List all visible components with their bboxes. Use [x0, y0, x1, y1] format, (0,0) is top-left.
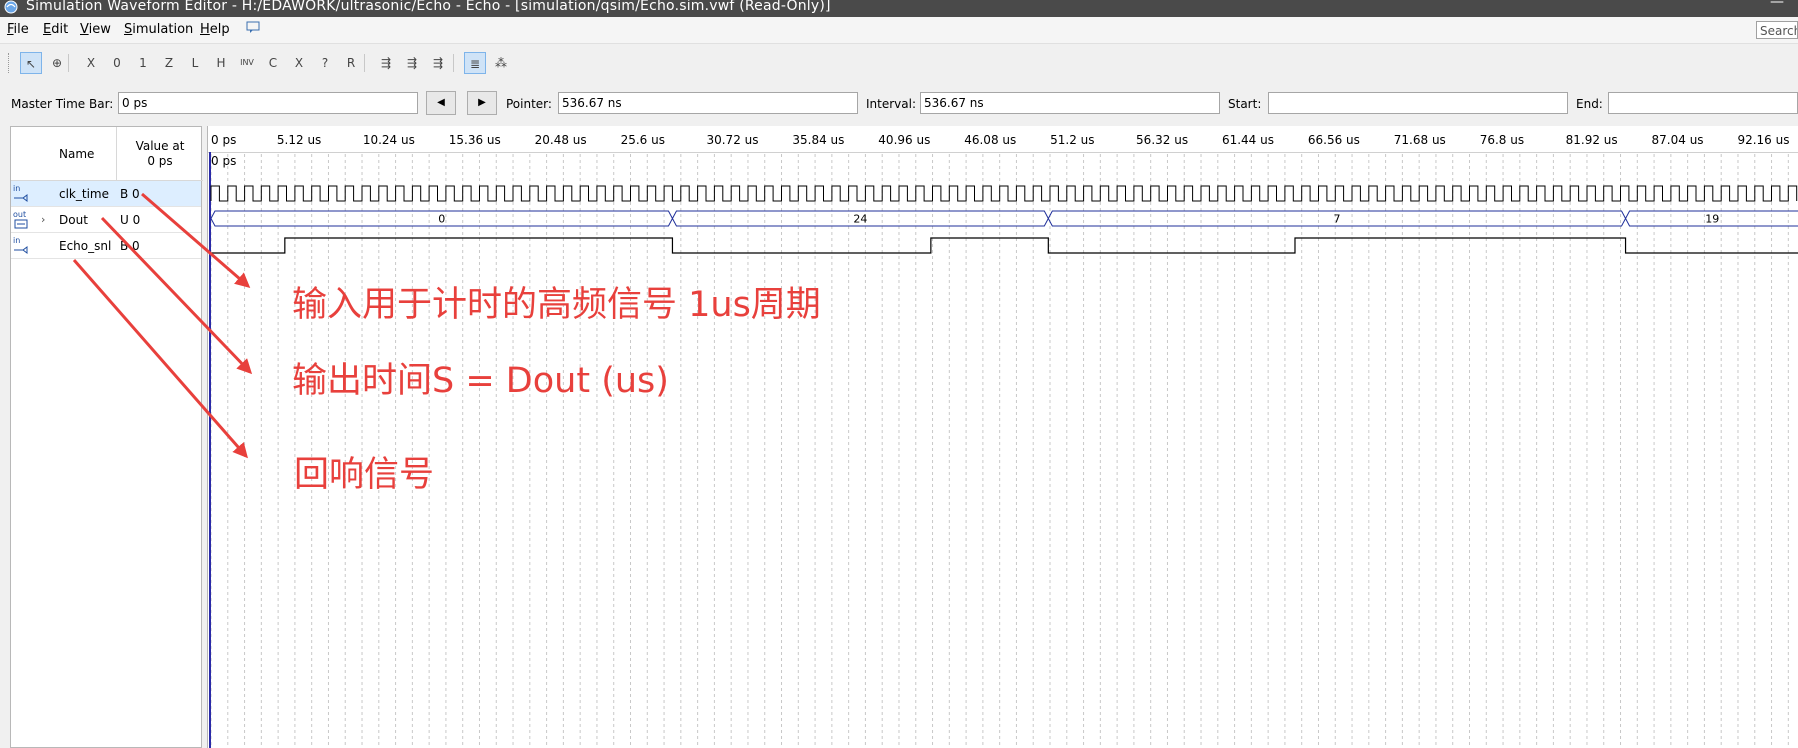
signal-name: Echo_snl [59, 239, 112, 253]
clk-time-waveform [210, 185, 1798, 202]
expand-chevron-icon[interactable]: › [41, 213, 45, 226]
weak-low-icon[interactable]: L [184, 52, 206, 74]
pointer-field[interactable]: 536.67 ns [558, 92, 858, 114]
functional-sim-icon[interactable]: ⇶ [375, 52, 397, 74]
random-value-icon[interactable]: ? [314, 52, 336, 74]
pointer-label: Pointer: [506, 97, 552, 111]
search-input[interactable]: Search [1756, 21, 1798, 39]
waveform-canvas[interactable]: 0 24 7 19 [208, 126, 1798, 748]
menu-bar: File Edit View Simulation Help Search [0, 17, 1798, 43]
toolbar-separator [453, 54, 454, 72]
value-header-line2: 0 ps [147, 154, 173, 168]
value-column-header[interactable]: Value at 0 ps [117, 127, 203, 181]
toolbar-separator [68, 54, 69, 72]
clk-annotation-text: 输入用于计时的高频信号 1us周期 [292, 285, 821, 325]
pointer-icon[interactable]: ↖ [20, 52, 42, 74]
toolbar: ↖ ⊕ X 0 1 Z L H INV C X? R ⇶ ⇶ ⇶ ≣ ⁂ [0, 43, 1798, 82]
echo-snl-waveform [211, 237, 1798, 254]
menu-file[interactable]: File [7, 22, 29, 37]
dout-segment-value: 19 [1705, 213, 1719, 226]
window-title: Simulation Waveform Editor - H:/EDAWORK/… [26, 0, 831, 14]
signal-list-panel: Name Value at 0 ps in clk_time B 0 out ›… [10, 126, 203, 748]
previous-transition-button[interactable]: ◀ [426, 91, 456, 115]
zoom-icon[interactable]: ⊕ [46, 52, 68, 74]
feedback-icon[interactable] [246, 20, 260, 38]
value-header-line1: Value at [135, 139, 185, 153]
title-bar: Simulation Waveform Editor - H:/EDAWORK/… [0, 0, 1798, 17]
dout-segment-value: 7 [1333, 213, 1340, 226]
time-bar: Master Time Bar: 0 ps ◀ ▶ Pointer: 536.6… [0, 86, 1798, 122]
menu-edit[interactable]: Edit [43, 22, 68, 37]
high-impedance-icon[interactable]: Z [158, 52, 180, 74]
weak-high-icon[interactable]: H [210, 52, 232, 74]
dont-care-icon[interactable]: X [288, 52, 310, 74]
waveform-view-icon[interactable]: ≣ [464, 52, 486, 74]
signal-row-echo-snl[interactable]: in Echo_snl B 0 [11, 233, 201, 259]
end-field[interactable] [1608, 92, 1798, 114]
master-time-bar-field[interactable]: 0 ps [118, 92, 418, 114]
name-column-header[interactable]: Name [11, 127, 117, 181]
dout-segment-value: 0 [438, 213, 445, 226]
menu-simulation[interactable]: Simulation [124, 22, 193, 37]
toolbar-grip[interactable] [8, 53, 13, 73]
start-label: Start: [1228, 97, 1262, 111]
netlist-sim-icon[interactable]: ⇶ [427, 52, 449, 74]
force-unknown-icon[interactable]: X [80, 52, 102, 74]
grid-view-icon[interactable]: ⁂ [490, 52, 512, 74]
force-low-icon[interactable]: 0 [106, 52, 128, 74]
toolbar-separator [364, 54, 365, 72]
signal-value: U 0 [120, 213, 141, 227]
dout-segment-value: 24 [853, 213, 867, 226]
echo-annotation-text: 回响信号 [294, 455, 435, 495]
signal-name: Dout [59, 213, 88, 227]
count-value-icon[interactable]: C [262, 52, 284, 74]
signal-row-clk-time[interactable]: in clk_time B 0 [11, 181, 201, 207]
start-field[interactable] [1268, 92, 1568, 114]
master-time-bar-label: Master Time Bar: [11, 97, 114, 111]
input-pin-icon: in [13, 185, 33, 203]
signal-value: B 0 [120, 187, 140, 201]
timing-sim-icon[interactable]: ⇶ [401, 52, 423, 74]
interval-label: Interval: [866, 97, 916, 111]
name-header-label: Name [59, 147, 95, 161]
interval-field[interactable]: 536.67 ns [920, 92, 1220, 114]
arbitrary-value-icon[interactable]: R [340, 52, 362, 74]
menu-view[interactable]: View [80, 22, 111, 37]
minimize-button[interactable]: — [1770, 0, 1784, 10]
output-pin-icon: out [13, 211, 33, 229]
signal-value: B 0 [120, 239, 140, 253]
menu-help[interactable]: Help [200, 22, 230, 37]
next-transition-button[interactable]: ▶ [467, 91, 497, 115]
signal-row-dout[interactable]: out › Dout U 0 [11, 207, 201, 233]
end-label: End: [1576, 97, 1603, 111]
signal-name: clk_time [59, 187, 109, 201]
dout-annotation-text: 输出时间S = Dout (us) [292, 361, 669, 401]
invert-icon[interactable]: INV [236, 52, 258, 74]
input-pin-icon: in [13, 237, 33, 255]
app-icon [4, 0, 18, 14]
waveform-panel[interactable]: 0 ps 5.12 us 10.24 us 15.36 us 20.48 us 25.6 … [207, 126, 1798, 748]
force-high-icon[interactable]: 1 [132, 52, 154, 74]
